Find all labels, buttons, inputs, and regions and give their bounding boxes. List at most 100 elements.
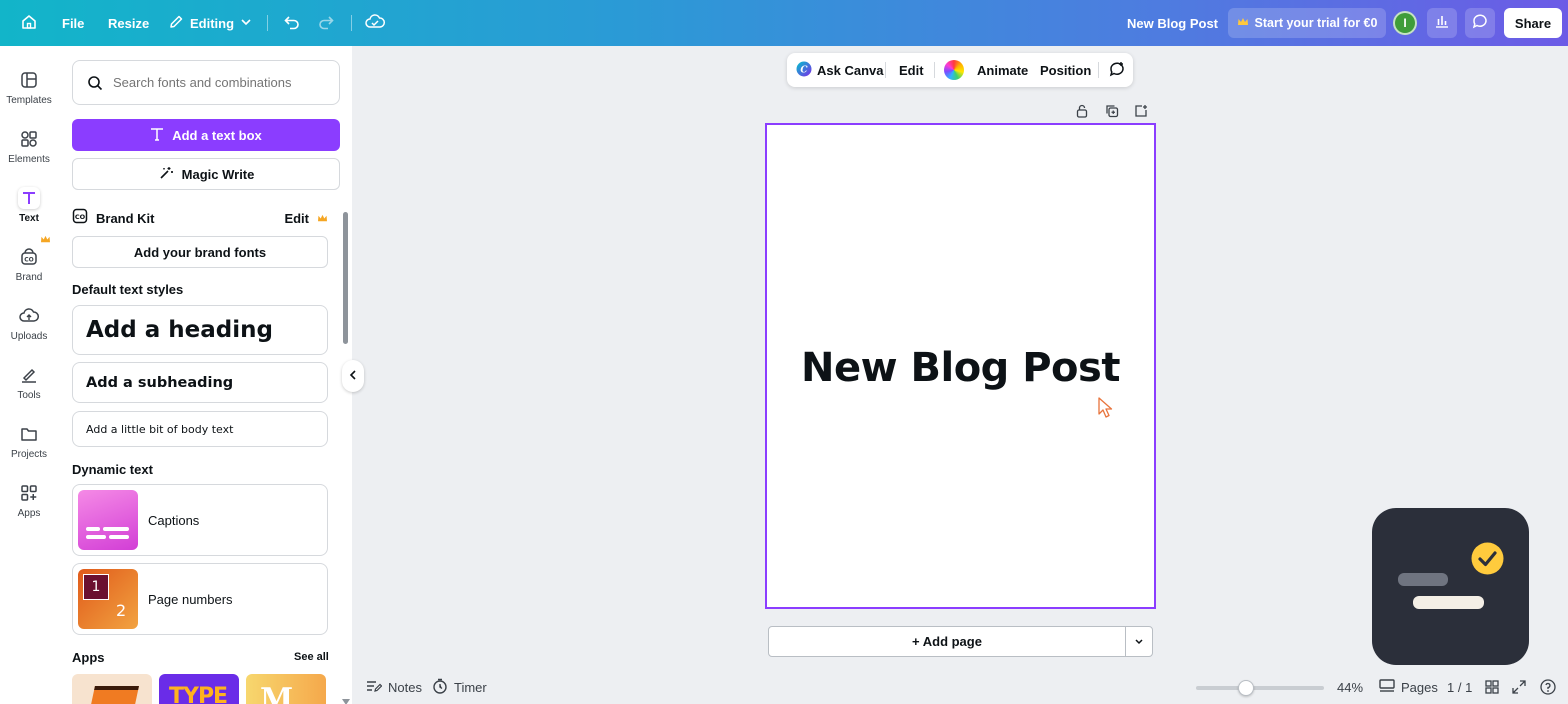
add-page-icon[interactable] <box>1132 102 1150 120</box>
magic-write-button[interactable]: Magic Write <box>72 158 340 190</box>
rail-label: Tools <box>17 390 41 401</box>
scroll-down-icon[interactable] <box>342 692 350 704</box>
app-thumbnail[interactable]: TYPE <box>159 674 239 704</box>
avatar[interactable]: I <box>1393 11 1417 35</box>
page-numbers-thumbnail: 1 2 <box>78 569 138 629</box>
add-comment-button[interactable] <box>1108 53 1126 87</box>
panel-scrollbar[interactable] <box>343 212 348 344</box>
search-input[interactable] <box>113 75 323 90</box>
rail-item-text[interactable]: Text <box>0 181 58 231</box>
color-button[interactable] <box>944 53 964 87</box>
add-brand-fonts-button[interactable]: Add your brand fonts <box>72 236 328 268</box>
undo-button[interactable] <box>283 0 301 46</box>
brand-kit-icon: CO <box>72 208 88 229</box>
rail-label: Text <box>19 213 39 224</box>
file-menu[interactable]: File <box>62 0 84 46</box>
insights-button[interactable] <box>1427 8 1457 38</box>
divider <box>267 15 268 31</box>
timer-button[interactable]: Timer <box>432 677 487 697</box>
comments-button[interactable] <box>1465 8 1495 38</box>
duplicate-page-icon[interactable] <box>1103 102 1121 120</box>
captions-card[interactable]: Captions <box>72 484 328 556</box>
rail-item-tools[interactable]: Tools <box>0 358 58 408</box>
notes-icon <box>366 679 383 696</box>
fullscreen-icon[interactable] <box>1512 680 1526 699</box>
bar-chart-icon <box>1434 13 1450 34</box>
editing-mode-dropdown[interactable]: Editing <box>168 0 252 46</box>
svg-text:C: C <box>800 65 808 75</box>
element-toolbar: C Ask Canva Edit Animate Position <box>787 53 1133 87</box>
comment-icon <box>1471 13 1489 34</box>
help-icon[interactable] <box>1540 679 1556 700</box>
start-trial-button[interactable]: Start your trial for €0 <box>1228 8 1386 38</box>
app-thumbnail[interactable] <box>72 674 152 704</box>
comment-add-icon <box>1108 61 1126 80</box>
edit-button[interactable]: Edit <box>899 53 924 87</box>
magic-wand-icon <box>158 165 174 184</box>
svg-text:CO: CO <box>24 257 34 264</box>
cloud-upload-icon <box>18 305 40 327</box>
svg-text:CO: CO <box>75 213 86 221</box>
rail-item-projects[interactable]: Projects <box>0 417 58 467</box>
timer-label: Timer <box>454 679 487 695</box>
zoom-slider-handle[interactable] <box>1238 680 1254 696</box>
brand-kit-edit-link[interactable]: Edit <box>284 211 309 226</box>
captions-thumbnail <box>78 490 138 550</box>
text-panel: Add a text box Magic Write CO Brand Kit … <box>58 46 352 704</box>
zoom-level[interactable]: 44% <box>1337 677 1363 697</box>
pencil-icon <box>168 14 184 33</box>
grid-view-icon[interactable] <box>1485 680 1499 699</box>
search-box[interactable] <box>72 60 340 105</box>
lock-icon[interactable] <box>1073 102 1091 120</box>
collapse-panel-button[interactable] <box>342 360 364 392</box>
document-title[interactable]: New Blog Post <box>1127 0 1218 46</box>
app-thumbnail[interactable]: M <box>246 674 326 704</box>
apps-title: Apps <box>72 650 105 665</box>
rail-item-uploads[interactable]: Uploads <box>0 299 58 349</box>
ask-canva-button[interactable]: C Ask Canva <box>796 53 883 87</box>
canvas-heading-text[interactable]: New Blog Post <box>767 345 1154 391</box>
add-page-dropdown[interactable] <box>1125 626 1153 657</box>
resize-button[interactable]: Resize <box>108 0 149 46</box>
top-bar: File Resize Editing New Blog Post Start … <box>0 0 1568 46</box>
add-body-text-button[interactable]: Add a little bit of body text <box>72 411 328 447</box>
rail-label: Uploads <box>10 331 48 342</box>
animate-button[interactable]: Animate <box>977 53 1028 87</box>
timer-icon <box>432 678 448 697</box>
magic-write-label: Magic Write <box>181 166 255 182</box>
canva-logo-icon: C <box>796 61 812 80</box>
rail-item-templates[interactable]: Templates <box>0 63 58 113</box>
crown-icon <box>40 231 51 249</box>
mouse-cursor-icon <box>1097 397 1115 424</box>
cloud-save-button[interactable] <box>365 0 385 46</box>
see-all-link[interactable]: See all <box>294 651 329 663</box>
zoom-slider-track[interactable] <box>1196 686 1324 690</box>
check-circle-icon <box>1471 542 1504 580</box>
trial-label: Start your trial for €0 <box>1254 16 1378 30</box>
page-numbers-card[interactable]: 1 2 Page numbers <box>72 563 328 635</box>
rail-item-elements[interactable]: Elements <box>0 122 58 172</box>
pages-label: Pages <box>1401 679 1438 695</box>
design-page[interactable]: New Blog Post <box>765 123 1156 609</box>
pages-button[interactable]: Pages <box>1379 677 1438 697</box>
share-button[interactable]: Share <box>1504 8 1562 38</box>
captions-label: Captions <box>148 512 200 528</box>
rail-label: Templates <box>6 95 52 106</box>
home-icon <box>20 13 38 34</box>
position-button[interactable]: Position <box>1040 53 1091 87</box>
divider <box>1098 62 1099 78</box>
editing-label: Editing <box>190 15 235 31</box>
rail-item-apps[interactable]: Apps <box>0 476 58 526</box>
redo-button[interactable] <box>317 0 335 46</box>
add-subheading-button[interactable]: Add a subheading <box>72 362 328 403</box>
add-heading-button[interactable]: Add a heading <box>72 305 328 355</box>
brand-icon: CO <box>18 246 40 268</box>
add-text-box-label: Add a text box <box>172 127 262 143</box>
notes-button[interactable]: Notes <box>366 677 422 697</box>
home-button[interactable] <box>20 0 38 46</box>
add-text-box-button[interactable]: Add a text box <box>72 119 340 151</box>
checklist-widget[interactable] <box>1372 508 1529 665</box>
crown-icon <box>1237 16 1249 30</box>
add-page-button[interactable]: + Add page <box>768 626 1126 657</box>
ask-canva-label: Ask Canva <box>817 62 884 78</box>
